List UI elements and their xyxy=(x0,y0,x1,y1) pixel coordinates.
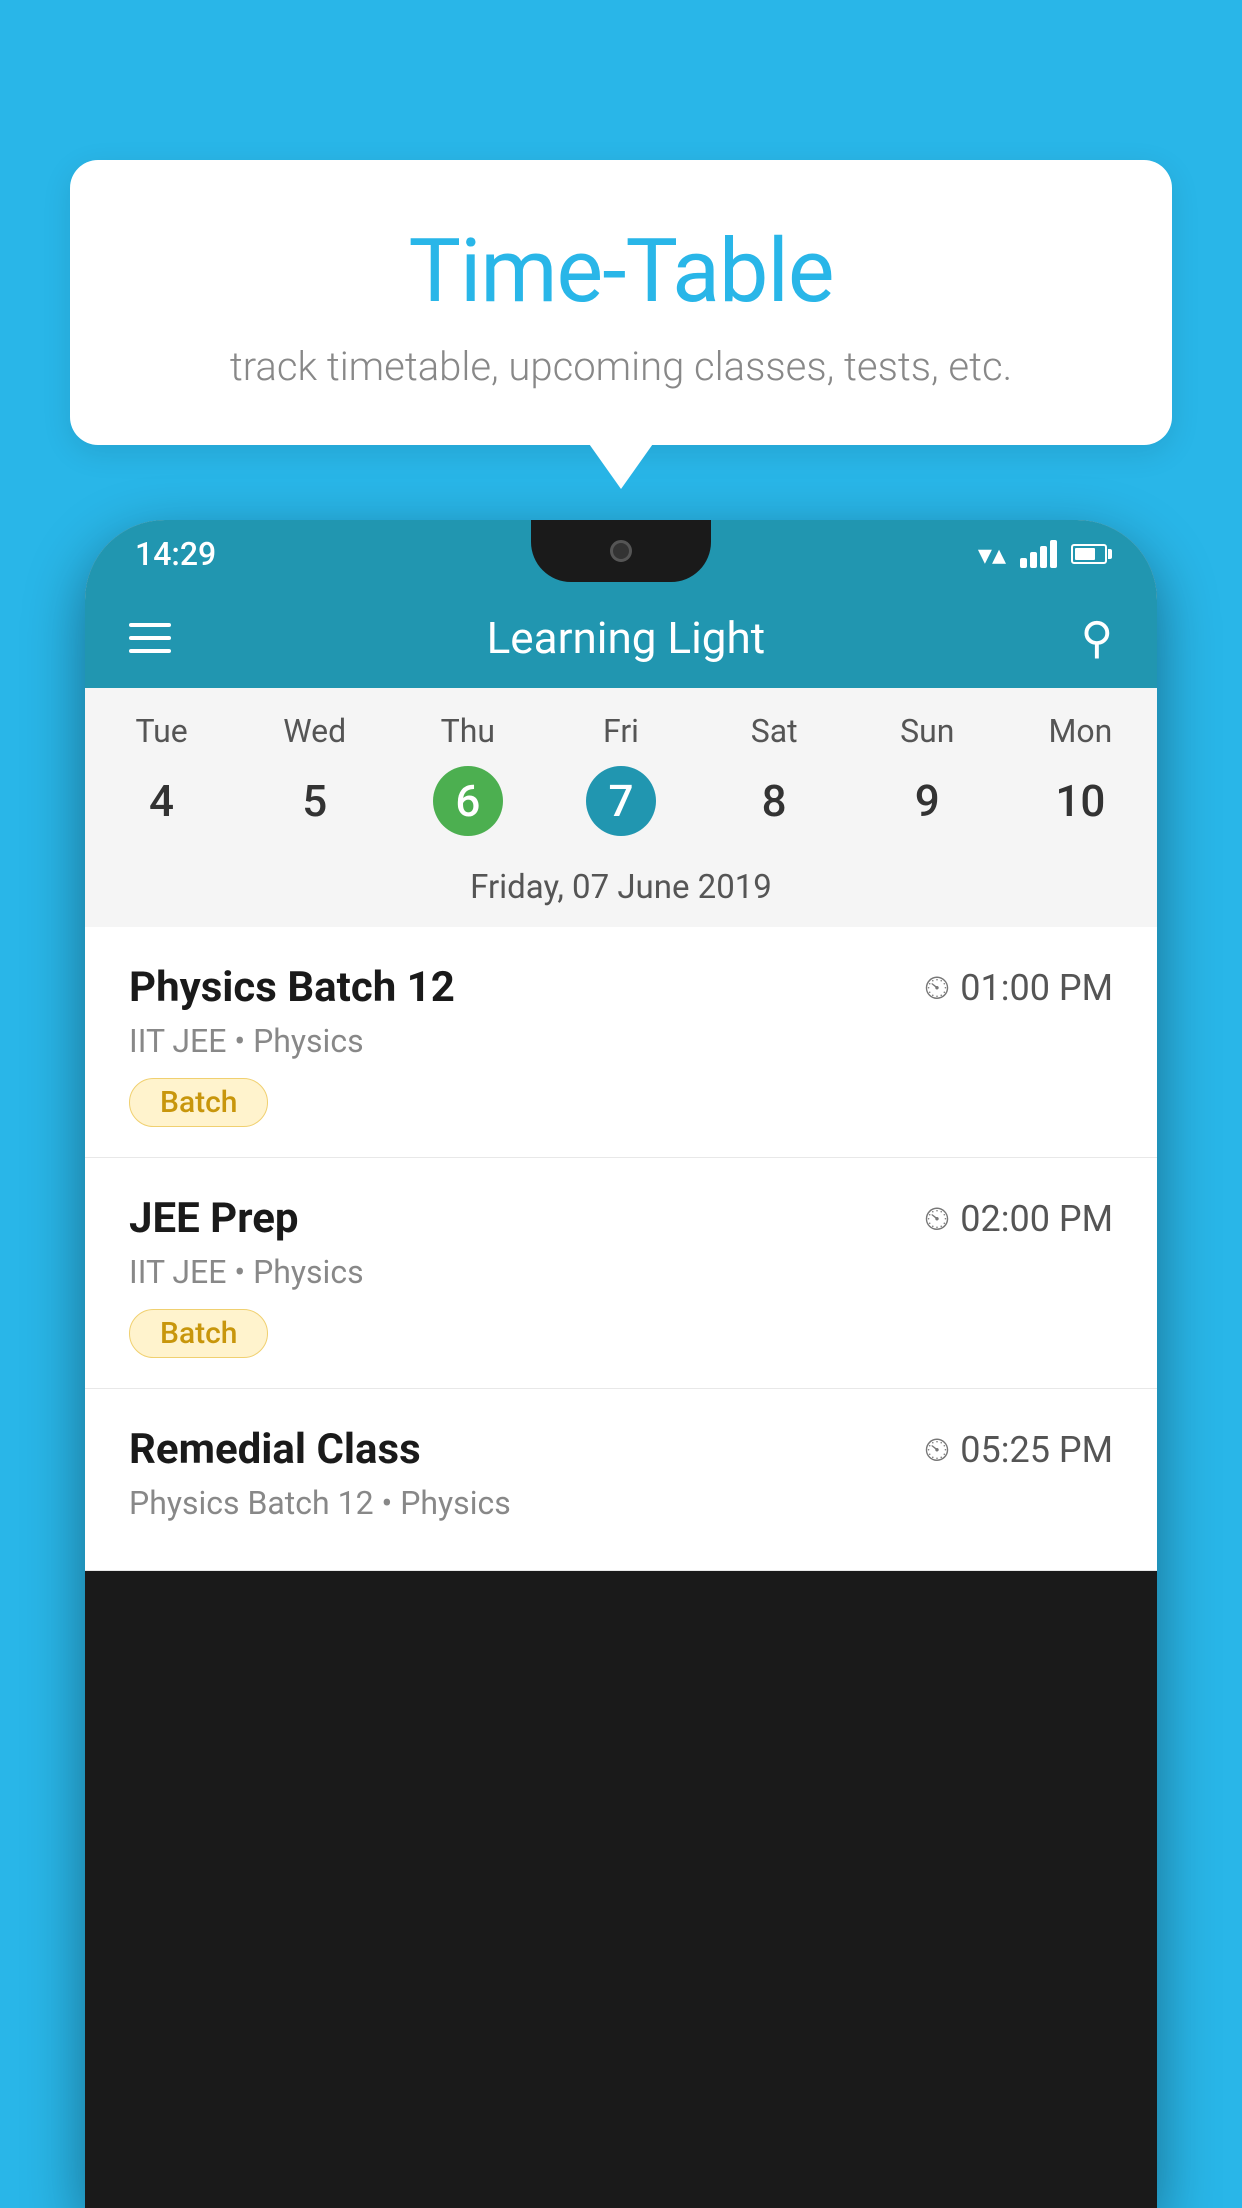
class-name: Remedial Class xyxy=(129,1425,421,1474)
status-bar: 14:29 ▾▴ xyxy=(85,520,1157,588)
clock-icon: ⏲ xyxy=(924,1430,951,1470)
day-label-sat: Sat xyxy=(698,712,851,766)
speech-bubble: Time-Table track timetable, upcoming cla… xyxy=(70,160,1172,445)
page-title: Time-Table xyxy=(130,220,1112,323)
day-label-mon: Mon xyxy=(1004,712,1157,766)
day-label-sun: Sun xyxy=(851,712,1004,766)
batch-badge: Batch xyxy=(129,1078,268,1127)
day-label-tue: Tue xyxy=(85,712,238,766)
signal-icon xyxy=(1020,540,1057,568)
class-item[interactable]: JEE Prep ⏲ 02:00 PM IIT JEE • Physics Ba… xyxy=(85,1158,1157,1389)
selected-date: Friday, 07 June 2019 xyxy=(85,856,1157,927)
class-time: ⏲ 05:25 PM xyxy=(924,1429,1113,1471)
day-8[interactable]: 8 xyxy=(739,766,809,836)
class-detail: IIT JEE • Physics xyxy=(129,1253,1113,1291)
class-detail: IIT JEE • Physics xyxy=(129,1022,1113,1060)
status-time: 14:29 xyxy=(135,535,216,573)
day-7-selected[interactable]: 7 xyxy=(586,766,656,836)
phone-frame: 14:29 ▾▴ xyxy=(85,520,1157,2208)
class-time: ⏲ 02:00 PM xyxy=(924,1198,1113,1240)
class-name: Physics Batch 12 xyxy=(129,963,455,1012)
class-name: JEE Prep xyxy=(129,1194,299,1243)
class-time-value: 01:00 PM xyxy=(960,967,1113,1009)
day-6-today[interactable]: 6 xyxy=(433,766,503,836)
speech-bubble-container: Time-Table track timetable, upcoming cla… xyxy=(70,160,1172,445)
menu-button[interactable] xyxy=(129,623,171,653)
app-title: Learning Light xyxy=(487,612,766,664)
calendar-strip: Tue Wed Thu Fri Sat Sun Mon 4 5 6 7 8 9 … xyxy=(85,688,1157,927)
clock-icon: ⏲ xyxy=(924,1199,951,1239)
app-header: Learning Light ⚲ xyxy=(85,588,1157,688)
wifi-icon: ▾▴ xyxy=(978,538,1006,571)
class-time: ⏲ 01:00 PM xyxy=(924,967,1113,1009)
class-detail: Physics Batch 12 • Physics xyxy=(129,1484,1113,1522)
battery-icon xyxy=(1071,544,1107,564)
day-headers: Tue Wed Thu Fri Sat Sun Mon xyxy=(85,712,1157,766)
clock-icon: ⏲ xyxy=(924,968,951,1008)
day-4[interactable]: 4 xyxy=(127,766,197,836)
class-item-top: Physics Batch 12 ⏲ 01:00 PM xyxy=(129,963,1113,1012)
batch-badge: Batch xyxy=(129,1309,268,1358)
search-icon[interactable]: ⚲ xyxy=(1081,612,1113,664)
class-time-value: 02:00 PM xyxy=(960,1198,1113,1240)
day-label-fri: Fri xyxy=(544,712,697,766)
page-subtitle: track timetable, upcoming classes, tests… xyxy=(130,343,1112,390)
day-9[interactable]: 9 xyxy=(892,766,962,836)
class-item[interactable]: Physics Batch 12 ⏲ 01:00 PM IIT JEE • Ph… xyxy=(85,927,1157,1158)
phone-screen: 14:29 ▾▴ xyxy=(85,520,1157,1571)
class-item-top: JEE Prep ⏲ 02:00 PM xyxy=(129,1194,1113,1243)
day-label-thu: Thu xyxy=(391,712,544,766)
day-5[interactable]: 5 xyxy=(280,766,350,836)
status-icons: ▾▴ xyxy=(978,538,1107,571)
class-item-top: Remedial Class ⏲ 05:25 PM xyxy=(129,1425,1113,1474)
day-10[interactable]: 10 xyxy=(1045,766,1115,836)
day-numbers: 4 5 6 7 8 9 10 xyxy=(85,766,1157,856)
class-time-value: 05:25 PM xyxy=(960,1429,1113,1471)
notch xyxy=(531,520,711,582)
class-list: Physics Batch 12 ⏲ 01:00 PM IIT JEE • Ph… xyxy=(85,927,1157,1571)
day-label-wed: Wed xyxy=(238,712,391,766)
camera xyxy=(610,540,632,562)
class-item[interactable]: Remedial Class ⏲ 05:25 PM Physics Batch … xyxy=(85,1389,1157,1571)
